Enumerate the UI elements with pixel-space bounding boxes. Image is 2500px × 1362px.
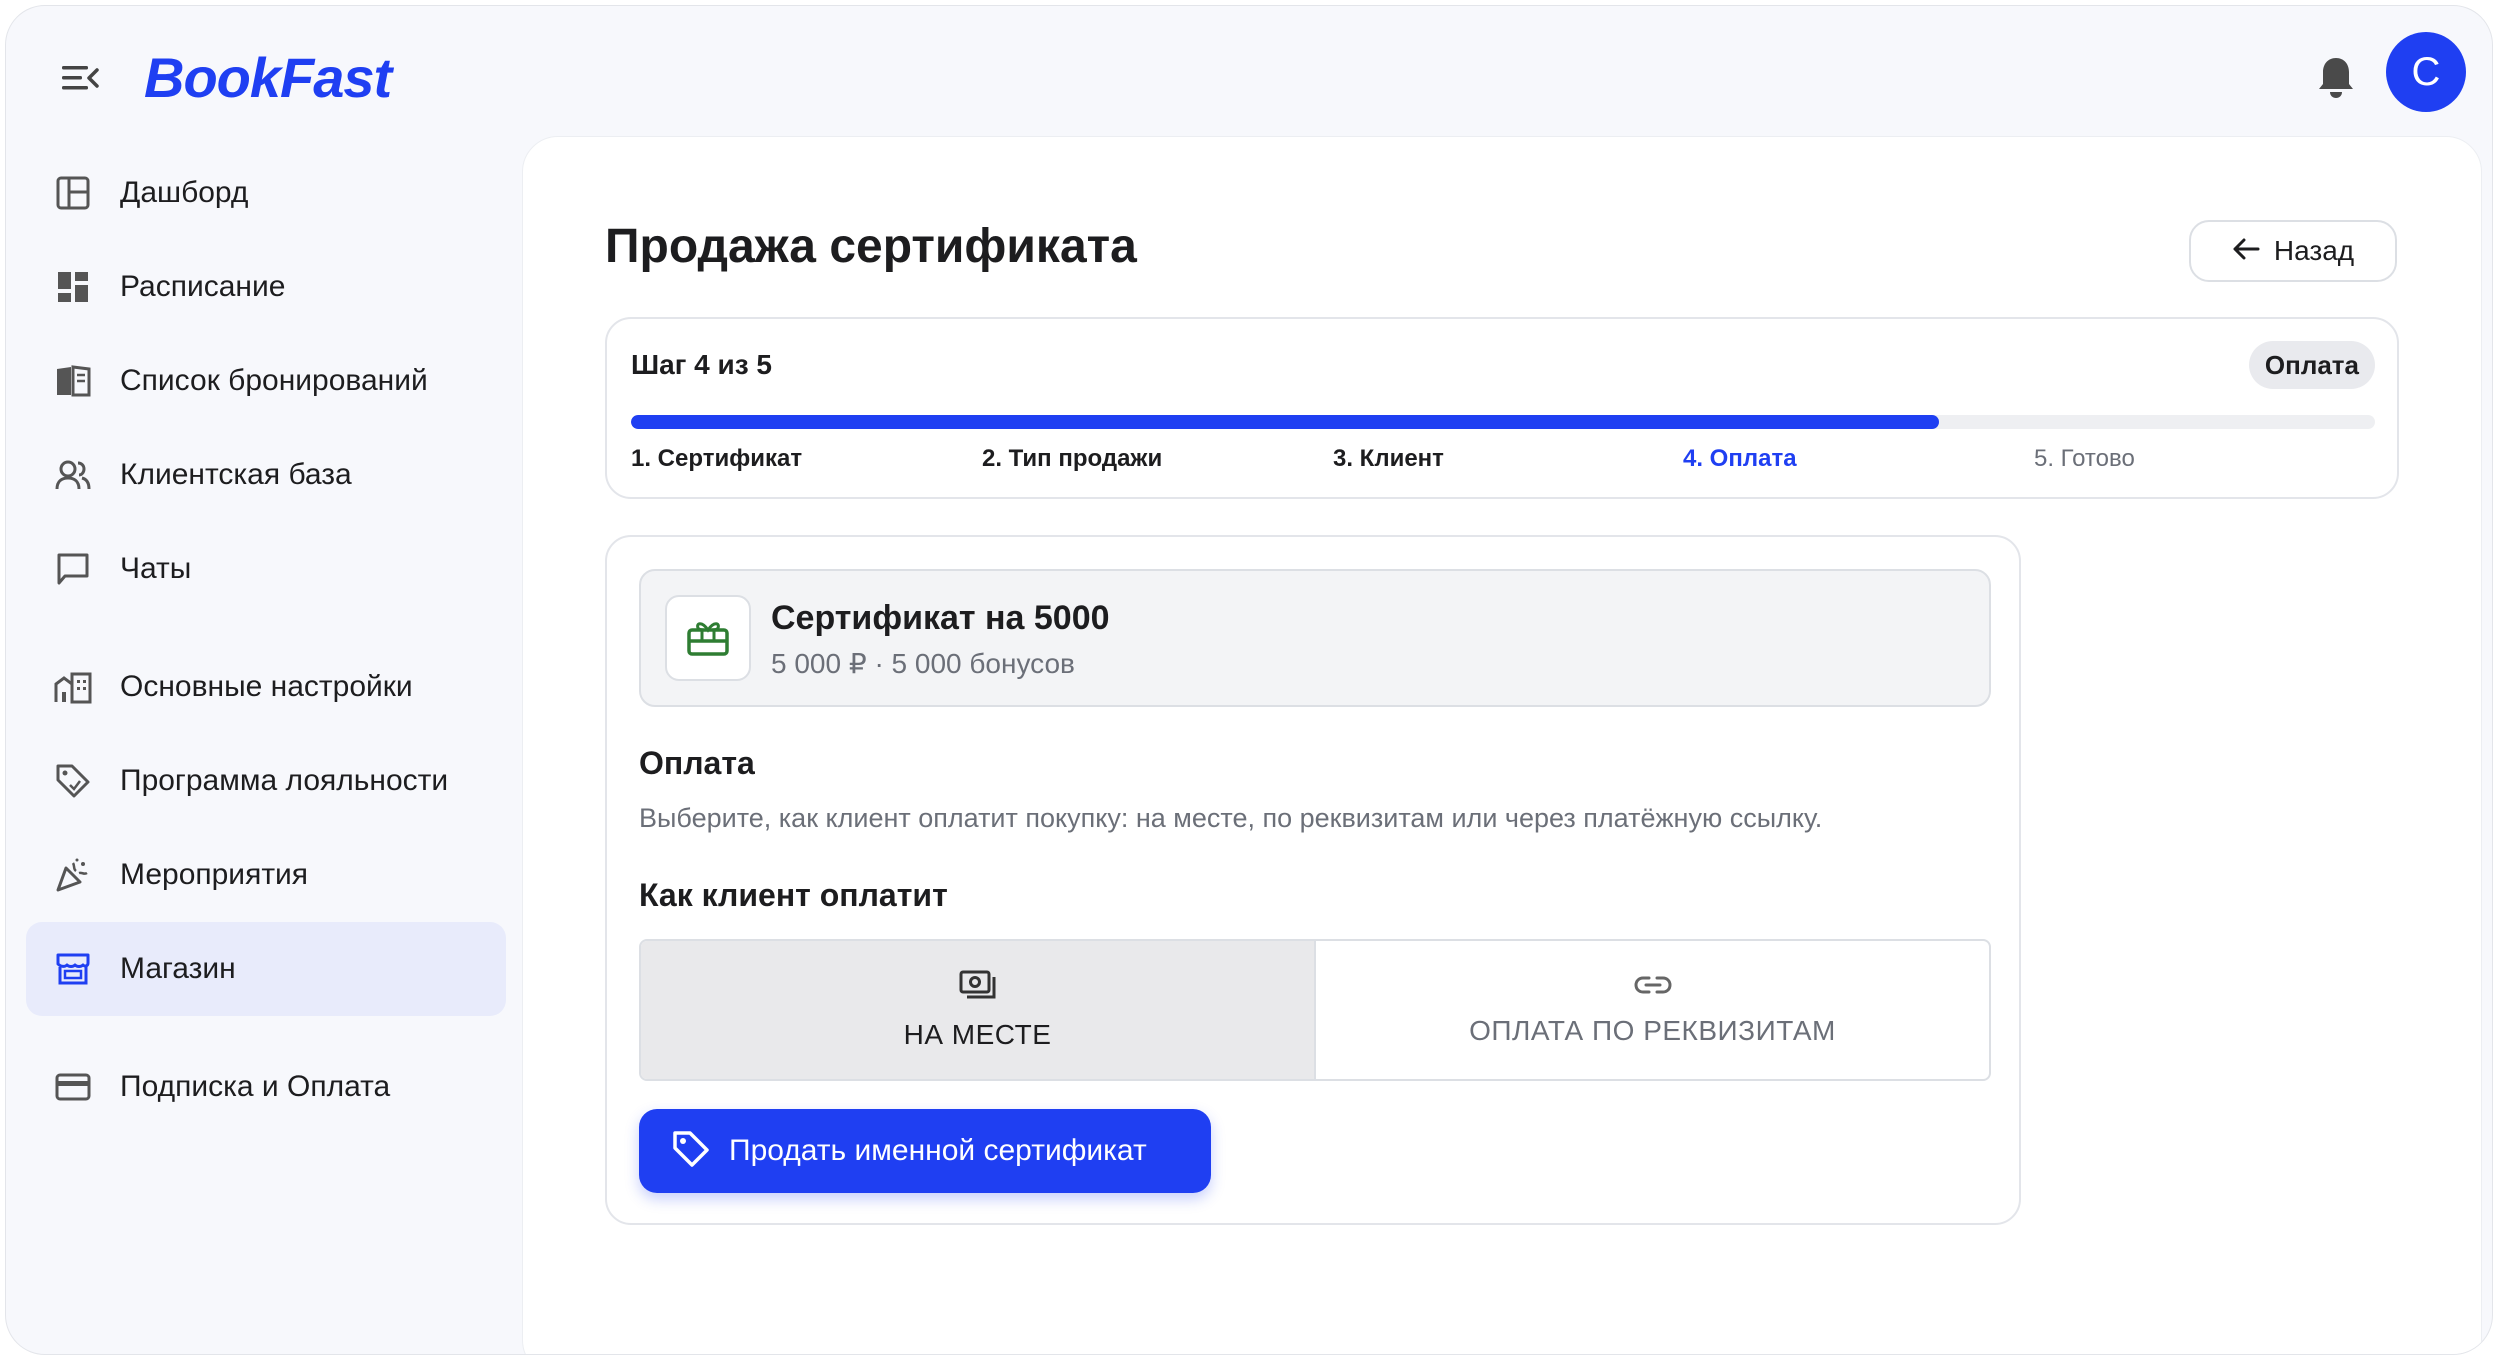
- sidebar-item-label: Мероприятия: [120, 858, 309, 891]
- sidebar-item-dashboard[interactable]: Дашборд: [26, 146, 506, 240]
- tag-icon: [671, 1129, 711, 1174]
- payment-option-on-site[interactable]: НА МЕСТЕ: [641, 941, 1316, 1079]
- sidebar-item-label: Программа лояльности: [120, 764, 449, 797]
- settings-building-icon: [54, 668, 92, 706]
- main-content: Продажа сертификата Назад Шаг 4 из 5 Опл…: [522, 136, 2482, 1354]
- step-label: 3. Клиент: [1333, 445, 1444, 472]
- clients-icon: [54, 456, 92, 494]
- back-button-label: Назад: [2273, 235, 2355, 266]
- sidebar-item-subscription[interactable]: Подписка и Оплата: [26, 1040, 506, 1134]
- certificate-name: Сертификат на 5000: [771, 599, 1110, 637]
- loyalty-tag-icon: [54, 762, 92, 800]
- payment-option-label: НА МЕСТЕ: [903, 1018, 1052, 1050]
- gift-card-icon: [665, 595, 751, 681]
- sidebar-item-clients[interactable]: Клиентская база: [26, 428, 506, 522]
- payment-method-title: Как клиент оплатит: [639, 877, 948, 913]
- certificate-summary: Сертификат на 5000 5 000 ₽ · 5 000 бонус…: [639, 569, 1991, 707]
- sidebar-item-label: Список бронирований: [120, 364, 428, 397]
- back-button[interactable]: Назад: [2189, 220, 2397, 282]
- arrow-left-icon: [2232, 237, 2260, 266]
- payment-card: Сертификат на 5000 5 000 ₽ · 5 000 бонус…: [605, 535, 2021, 1225]
- sidebar-item-store[interactable]: Магазин: [26, 922, 506, 1016]
- step-label-current: 4. Оплата: [1683, 445, 1797, 472]
- credit-card-icon: [54, 1068, 92, 1106]
- sell-certificate-button[interactable]: Продать именной сертификат: [639, 1109, 1211, 1193]
- bookings-icon: [54, 362, 92, 400]
- progress-track: [631, 415, 2375, 429]
- payment-option-bank-details[interactable]: ОПЛАТА ПО РЕКВИЗИТАМ: [1316, 941, 1989, 1079]
- sidebar-item-label: Клиентская база: [120, 458, 352, 491]
- notifications-bell-icon[interactable]: [2316, 54, 2356, 100]
- step-counter: Шаг 4 из 5: [631, 349, 772, 380]
- current-step-badge: Оплата: [2248, 341, 2375, 389]
- step-label: 5. Готово: [2034, 445, 2135, 472]
- sidebar-item-schedule[interactable]: Расписание: [26, 240, 506, 334]
- certificate-details: 5 000 ₽ · 5 000 бонусов: [771, 648, 1075, 679]
- dashboard-icon: [54, 174, 92, 212]
- sidebar-item-label: Расписание: [120, 270, 286, 303]
- app-logo[interactable]: BookFast: [144, 46, 392, 110]
- page-title: Продажа сертификата: [605, 220, 1137, 273]
- sidebar-item-events[interactable]: Мероприятия: [26, 828, 506, 922]
- step-label: 1. Сертификат: [631, 445, 803, 472]
- sidebar-item-bookings[interactable]: Список бронирований: [26, 334, 506, 428]
- sidebar-item-loyalty[interactable]: Программа лояльности: [26, 734, 506, 828]
- sidebar-item-label: Подписка и Оплата: [120, 1070, 391, 1103]
- sidebar-item-label: Чаты: [120, 552, 192, 585]
- app-window: BookFast C Дашборд Расписание Список бро…: [5, 5, 2493, 1355]
- payment-option-label: ОПЛАТА ПО РЕКВИЗИТАМ: [1469, 1014, 1836, 1046]
- sidebar-item-chats[interactable]: Чаты: [26, 522, 506, 616]
- payment-section-title: Оплата: [639, 745, 755, 781]
- progress-stepper: Шаг 4 из 5 Оплата 1. Сертификат 2. Тип п…: [605, 317, 2399, 499]
- store-icon: [54, 950, 92, 988]
- payment-description: Выберите, как клиент оплатит покупку: на…: [639, 803, 1823, 833]
- chat-icon: [54, 550, 92, 588]
- sidebar-item-label: Дашборд: [120, 176, 249, 209]
- party-icon: [54, 856, 92, 894]
- schedule-icon: [54, 268, 92, 306]
- user-avatar[interactable]: C: [2386, 32, 2466, 112]
- menu-collapse-icon[interactable]: [60, 58, 100, 98]
- sidebar-item-label: Магазин: [120, 952, 236, 985]
- link-icon: [1633, 974, 1672, 1001]
- sell-button-label: Продать именной сертификат: [729, 1134, 1147, 1167]
- sidebar-item-label: Основные настройки: [120, 670, 413, 703]
- payment-method-toggle: НА МЕСТЕ ОПЛАТА ПО РЕКВИЗИТАМ: [639, 939, 1991, 1081]
- cash-icon: [959, 970, 997, 1005]
- sidebar-item-settings[interactable]: Основные настройки: [26, 640, 506, 734]
- step-label: 2. Тип продажи: [982, 445, 1163, 472]
- progress-fill: [631, 415, 1939, 429]
